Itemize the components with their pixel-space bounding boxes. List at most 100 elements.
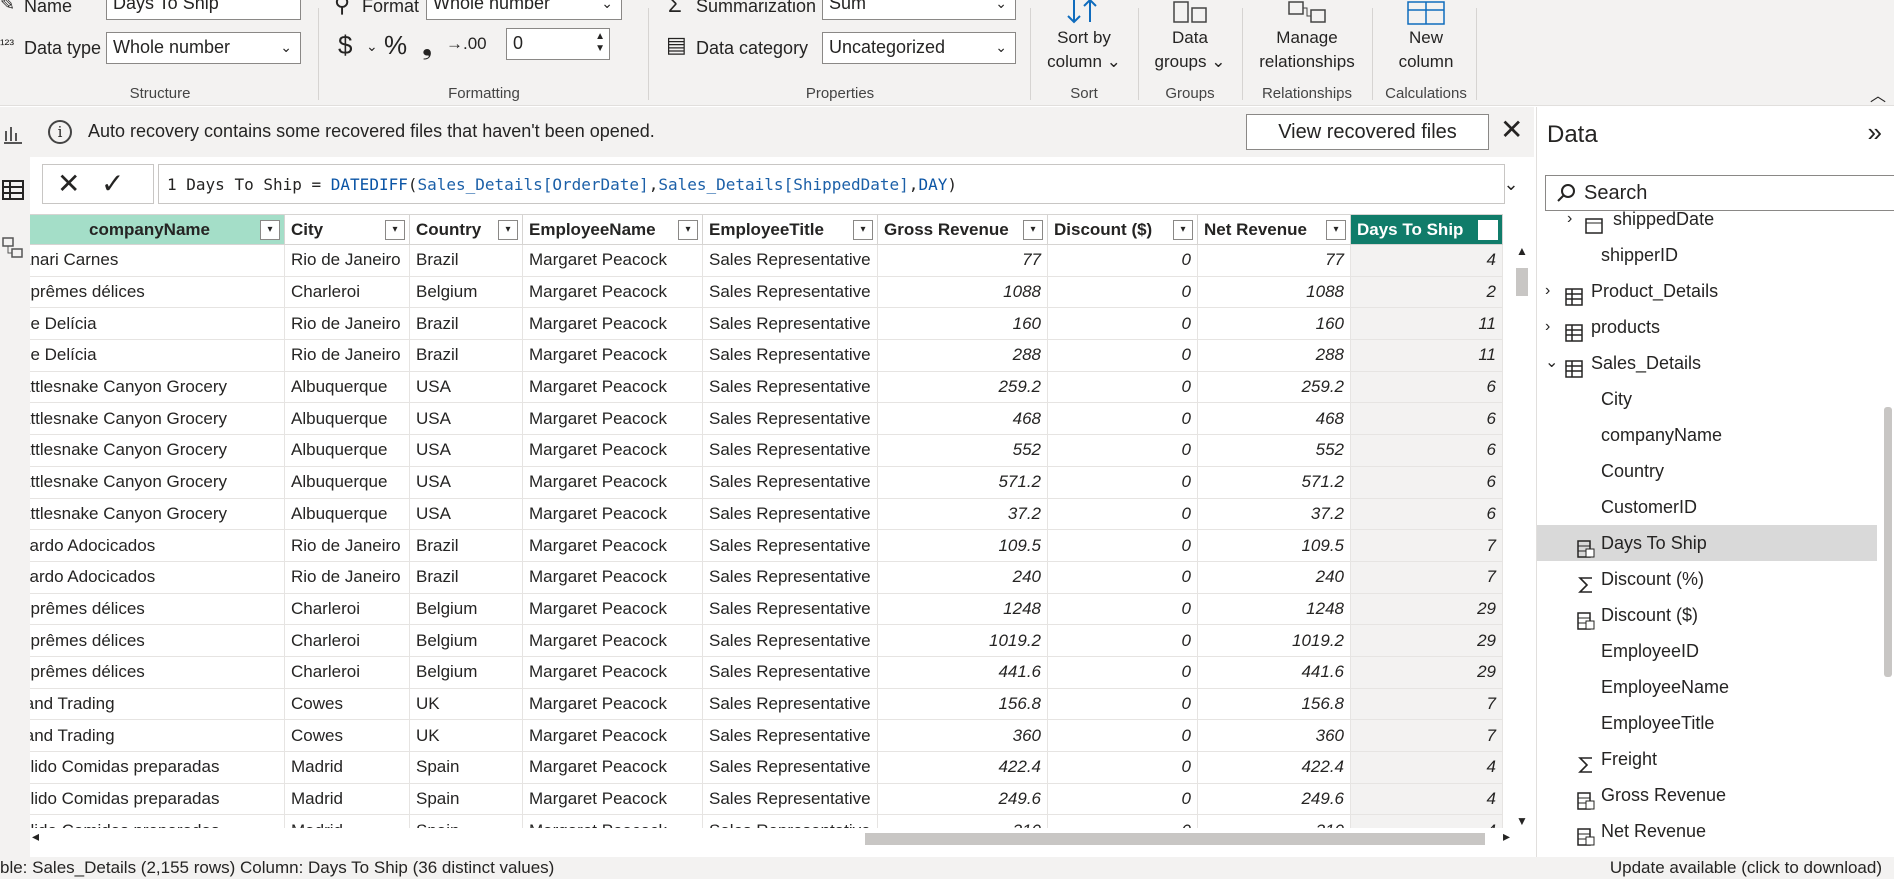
table-cell-country[interactable]: Brazil xyxy=(409,307,523,341)
table-cell-discount[interactable]: 0 xyxy=(1047,687,1198,721)
table-cell-city[interactable]: Charleroi xyxy=(284,624,410,657)
table-cell-days-to-ship[interactable]: 29 xyxy=(1350,655,1503,689)
table-cell-employeename[interactable]: Margaret Peacock xyxy=(522,687,703,721)
table-cell-employeename[interactable]: Margaret Peacock xyxy=(522,339,703,372)
table-cell-country[interactable]: Spain xyxy=(409,751,523,784)
table-cell-gross-revenue[interactable]: 468 xyxy=(877,402,1048,436)
table-cell-companyname[interactable]: ólido Comidas preparadas xyxy=(30,814,285,828)
table-cell-country[interactable]: Spain xyxy=(409,814,523,828)
formula-input[interactable]: 1 Days To Ship = DATEDIFF(Sales_Details[… xyxy=(158,164,1505,204)
table-cell-companyname[interactable]: uprêmes délices xyxy=(30,624,285,657)
column-header-employeename[interactable]: EmployeeName ▾ xyxy=(522,214,703,245)
table-cell-net-revenue[interactable]: 160 xyxy=(1197,307,1351,341)
table-cell-discount[interactable]: 0 xyxy=(1047,814,1198,828)
table-cell-days-to-ship[interactable]: 6 xyxy=(1350,402,1503,436)
table-cell-net-revenue[interactable]: 240 xyxy=(1197,560,1351,594)
table-cell-employeetitle[interactable]: Sales Representative xyxy=(702,782,878,816)
table-cell-companyname[interactable]: ólido Comidas preparadas xyxy=(30,751,285,784)
field-item[interactable]: Freight xyxy=(1537,741,1877,777)
table-cell-city[interactable]: Cowes xyxy=(284,687,410,721)
table-cell-country[interactable]: USA xyxy=(409,434,523,467)
table-cell-city[interactable]: Rio de Janeiro xyxy=(284,529,410,562)
table-cell-discount[interactable]: 0 xyxy=(1047,275,1198,309)
table-cell-employeename[interactable]: Margaret Peacock xyxy=(522,434,703,467)
table-cell-country[interactable]: USA xyxy=(409,370,523,404)
table-cell-days-to-ship[interactable]: 6 xyxy=(1350,370,1503,404)
table-cell-employeename[interactable]: Margaret Peacock xyxy=(522,624,703,657)
table-cell-gross-revenue[interactable]: 1088 xyxy=(877,275,1048,309)
table-cell-days-to-ship[interactable]: 7 xyxy=(1350,687,1503,721)
filter-dropdown-icon[interactable]: ▾ xyxy=(1478,220,1498,240)
filter-dropdown-icon[interactable]: ▾ xyxy=(678,220,698,240)
table-cell-discount[interactable]: 0 xyxy=(1047,655,1198,689)
table-cell-employeename[interactable]: Margaret Peacock xyxy=(522,465,703,499)
cancel-formula-icon[interactable]: ✕ xyxy=(57,168,80,200)
table-cell-employeetitle[interactable]: Sales Representative xyxy=(702,751,878,784)
table-cell-employeename[interactable]: Margaret Peacock xyxy=(522,655,703,689)
table-cell-employeetitle[interactable]: Sales Representative xyxy=(702,560,878,594)
table-cell-days-to-ship[interactable]: 6 xyxy=(1350,434,1503,467)
table-cell-city[interactable]: Albuquerque xyxy=(284,370,410,404)
table-cell-days-to-ship[interactable]: 11 xyxy=(1350,307,1503,341)
field-item[interactable]: Country xyxy=(1537,453,1877,489)
table-cell-companyname[interactable]: attlesnake Canyon Grocery xyxy=(30,497,285,531)
table-cell-city[interactable]: Madrid xyxy=(284,782,410,816)
expand-formula-icon[interactable]: ⌄ xyxy=(1492,162,1530,206)
table-cell-days-to-ship[interactable]: 29 xyxy=(1350,624,1503,657)
table-cell-city[interactable]: Albuquerque xyxy=(284,465,410,499)
field-item[interactable]: companyName xyxy=(1537,417,1877,453)
table-cell-gross-revenue[interactable]: 571.2 xyxy=(877,465,1048,499)
table-cell-net-revenue[interactable]: 468 xyxy=(1197,402,1351,436)
table-cell-employeetitle[interactable]: Sales Representative xyxy=(702,339,878,372)
field-item[interactable]: CustomerID xyxy=(1537,489,1877,525)
field-item[interactable]: ⌄ Sales_Details xyxy=(1537,345,1877,381)
table-cell-discount[interactable]: 0 xyxy=(1047,782,1198,816)
close-icon[interactable]: ✕ xyxy=(1500,115,1523,145)
table-cell-country[interactable]: Belgium xyxy=(409,624,523,657)
table-cell-city[interactable]: Albuquerque xyxy=(284,434,410,467)
field-item[interactable]: EmployeeTitle xyxy=(1537,705,1877,741)
scroll-left-icon[interactable]: ◂ xyxy=(32,828,39,845)
table-cell-gross-revenue[interactable]: 240 xyxy=(877,560,1048,594)
table-cell-employeename[interactable]: Margaret Peacock xyxy=(522,814,703,828)
column-header-country[interactable]: Country ▾ xyxy=(409,214,523,245)
column-header-net-revenue[interactable]: Net Revenue ▾ xyxy=(1197,214,1351,245)
chevron-down-icon[interactable]: ⌄ xyxy=(1545,345,1558,381)
table-cell-country[interactable]: USA xyxy=(409,465,523,499)
table-cell-days-to-ship[interactable]: 7 xyxy=(1350,560,1503,594)
table-cell-net-revenue[interactable]: 259.2 xyxy=(1197,370,1351,404)
filter-dropdown-icon[interactable]: ▾ xyxy=(1326,220,1346,240)
sort-by-column-button[interactable]: Sort by column ⌄ xyxy=(1032,0,1136,74)
table-cell-employeetitle[interactable]: Sales Representative xyxy=(702,497,878,531)
filter-dropdown-icon[interactable]: ▾ xyxy=(498,220,518,240)
table-cell-discount[interactable]: 0 xyxy=(1047,497,1198,531)
commit-formula-icon[interactable]: ✓ xyxy=(101,168,124,200)
table-cell-country[interactable]: Spain xyxy=(409,782,523,816)
table-cell-discount[interactable]: 0 xyxy=(1047,719,1198,752)
table-cell-employeename[interactable]: Margaret Peacock xyxy=(522,275,703,309)
collapse-ribbon-icon[interactable]: ︿ xyxy=(1870,82,1886,106)
table-cell-employeetitle[interactable]: Sales Representative xyxy=(702,814,878,828)
table-cell-companyname[interactable]: ólido Comidas preparadas xyxy=(30,782,285,816)
column-header-gross-revenue[interactable]: Gross Revenue ▾ xyxy=(877,214,1048,245)
table-cell-companyname[interactable]: attlesnake Canyon Grocery xyxy=(30,465,285,499)
table-cell-city[interactable]: Albuquerque xyxy=(284,402,410,436)
table-cell-gross-revenue[interactable]: 360 xyxy=(877,719,1048,752)
datatype-select[interactable]: Whole number ⌄ xyxy=(106,32,301,64)
filter-dropdown-icon[interactable]: ▾ xyxy=(385,220,405,240)
table-cell-employeetitle[interactable]: Sales Representative xyxy=(702,402,878,436)
table-cell-companyname[interactable]: ue Delícia xyxy=(30,307,285,341)
chevron-right-icon[interactable]: › xyxy=(1567,201,1572,237)
percent-button[interactable]: % xyxy=(384,30,407,61)
table-cell-gross-revenue[interactable]: 77 xyxy=(877,244,1048,277)
table-cell-employeename[interactable]: Margaret Peacock xyxy=(522,307,703,341)
table-cell-city[interactable]: Charleroi xyxy=(284,655,410,689)
table-cell-gross-revenue[interactable]: 422.4 xyxy=(877,751,1048,784)
format-select[interactable]: Whole number ⌄ xyxy=(426,0,622,20)
table-cell-companyname[interactable]: cardo Adocicados xyxy=(30,560,285,594)
table-cell-city[interactable]: Rio de Janeiro xyxy=(284,339,410,372)
table-cell-gross-revenue[interactable]: 160 xyxy=(877,307,1048,341)
filter-dropdown-icon[interactable]: ▾ xyxy=(1173,220,1193,240)
table-cell-days-to-ship[interactable]: 11 xyxy=(1350,339,1503,372)
scroll-thumb[interactable] xyxy=(1516,268,1528,296)
